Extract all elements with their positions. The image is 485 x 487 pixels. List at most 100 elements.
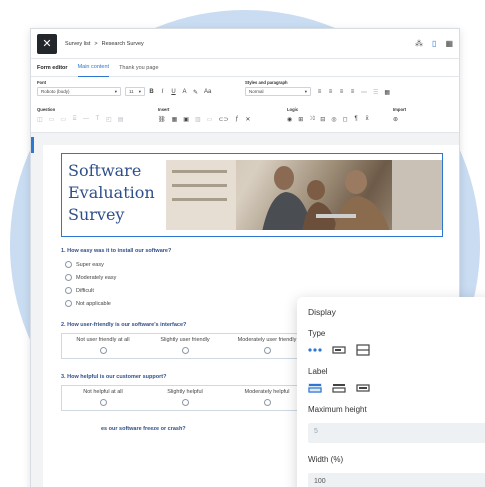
chevron-down-icon: ▾ [304,88,307,94]
scale-option[interactable]: Slightly user friendly [144,334,226,358]
piping-icon[interactable]: ⊟ [320,116,325,123]
clear-format-icon[interactable]: ✕ [245,116,250,123]
quota-icon[interactable]: x̄ [365,116,370,122]
panel-title: Display [308,307,336,317]
divider-question-icon[interactable]: — [83,116,89,122]
bold-button[interactable]: B [149,89,154,95]
network-icon[interactable]: ⁂ [415,39,423,48]
radio-button[interactable] [181,347,189,354]
font-color-button[interactable]: A [182,89,187,95]
image-icon[interactable]: ▣ [183,116,189,123]
label-label: Label [308,367,328,376]
formula-icon[interactable]: ƒ [234,116,239,122]
radio-button[interactable] [65,287,72,294]
radio-button[interactable] [99,399,107,406]
font-size-select[interactable]: 11 ▾ [125,87,145,96]
single-line-icon[interactable] [332,345,346,355]
image-block-icon[interactable]: ◰ [106,116,112,123]
multi-line-icon[interactable] [356,344,370,356]
question-4-title[interactable]: es our software freeze or crash? [101,426,186,432]
variable-icon[interactable]: ◻ [343,116,348,123]
scale-option[interactable]: Moderately helpful [226,386,308,410]
score-icon[interactable]: ¶ [354,116,359,122]
underline-button[interactable]: U [171,89,176,95]
text-question-icon[interactable]: ▭ [60,116,66,123]
skip-logic-icon[interactable]: ⤨ [309,116,314,123]
align-left-button[interactable]: ≡ [317,89,322,95]
style-select[interactable]: Normal ▾ [245,87,311,96]
tab-thank-you-page[interactable]: Thank you page [119,59,158,77]
breadcrumb-separator: > [94,40,98,47]
font-size-value: 11 [129,89,134,94]
grid-icon[interactable]: ▦ [445,39,453,48]
styles-label: Styles and paragraph [245,80,288,85]
style-select-value: Normal [249,89,264,94]
validation-icon[interactable]: ◎ [331,116,336,123]
clipboard-icon[interactable]: ▯ [432,39,436,48]
font-select[interactable]: Roboto (body) ▾ [37,87,121,96]
label-top-icon[interactable] [308,383,322,393]
question-1-option[interactable]: Moderately easy [65,274,116,281]
more-align-button[interactable]: ⋯ [361,89,367,96]
tab-main-content[interactable]: Main content [77,59,110,77]
columns-icon[interactable]: ▥ [195,116,201,123]
breadcrumb-parent[interactable]: Survey list [65,41,90,47]
import-icon[interactable]: ⊛ [393,116,398,123]
question-1-option[interactable]: Super easy [65,261,104,268]
radio-button[interactable] [263,347,271,354]
italic-button[interactable]: I [160,89,165,95]
styles-group: Styles and paragraph Normal ▾ ≡ ≡ ≡ ≡ ⋯ … [245,80,455,97]
highlight-button[interactable]: ✎ [193,89,198,96]
visibility-icon[interactable]: ◉ [287,116,292,123]
branching-icon[interactable]: ⊞ [298,116,303,123]
scale-option[interactable]: Not user friendly at all [62,334,144,358]
radio-button[interactable] [65,300,72,307]
app-logo-icon[interactable]: ✕ [37,33,57,54]
text-case-button[interactable]: Aa [204,89,211,95]
checkbox-question-icon[interactable]: ▭ [49,116,55,123]
question-1-option[interactable]: Difficult [65,287,94,294]
text-block-icon[interactable]: T [95,116,100,122]
numbered-list-button[interactable]: ▦ [384,89,390,96]
question-group: Question ◫ ▭ ▭ ⌸ — T ◰ ▤ [37,107,147,124]
option-label: Difficult [76,287,94,294]
label-inside-icon[interactable] [356,383,370,393]
radio-button[interactable] [99,347,107,354]
survey-banner[interactable]: Software Evaluation Survey [61,153,443,237]
editor-tabs: Form editor Main content Thank you page [31,59,459,77]
question-3-title[interactable]: 3. How helpful is our customer support? [61,374,166,380]
radio-button[interactable] [181,399,189,406]
chevron-down-icon: ▾ [114,88,117,94]
dots-icon[interactable] [308,345,322,355]
page-break-icon[interactable]: ▭ [207,116,213,123]
align-center-button[interactable]: ≡ [328,89,333,95]
width-input[interactable]: 100 [308,473,485,487]
grid-block-icon[interactable]: ▤ [118,116,124,123]
label-left-icon[interactable] [332,383,346,393]
radio-button[interactable] [65,261,72,268]
scale-option[interactable]: Moderately user friendly [226,334,308,358]
link-icon[interactable]: ⛓ [158,116,166,123]
question-2-title[interactable]: 2. How user-friendly is our software's i… [61,322,186,328]
bullet-list-button[interactable]: ☰ [373,89,378,96]
radio-question-icon[interactable]: ◫ [37,116,43,123]
scale-option[interactable]: Slightly helpful [144,386,226,410]
chevron-down-icon: ▾ [138,88,141,94]
scale-option[interactable]: Not helpful at all [62,386,144,410]
dropdown-question-icon[interactable]: ⌸ [72,116,77,123]
question-1-option[interactable]: Not applicable [65,300,111,307]
code-icon[interactable]: ⊂⊃ [218,116,228,123]
max-height-input[interactable]: 5 [308,423,485,443]
survey-title[interactable]: Software Evaluation Survey [62,154,166,236]
justify-button[interactable]: ≡ [350,89,355,95]
option-label: Moderately easy [76,274,117,281]
type-options [308,344,370,356]
font-group: Font Roboto (body) ▾ 11 ▾ B I U A ✎ Aa [37,80,237,97]
radio-button[interactable] [263,399,271,406]
question-1-title[interactable]: 1. How easy was it to install our softwa… [61,248,171,254]
radio-button[interactable] [65,274,72,281]
align-right-button[interactable]: ≡ [339,89,344,95]
table-icon[interactable]: ▦ [172,116,178,123]
question-buttons: ◫ ▭ ▭ ⌸ — T ◰ ▤ [37,114,147,124]
question-label: Question [37,107,56,112]
